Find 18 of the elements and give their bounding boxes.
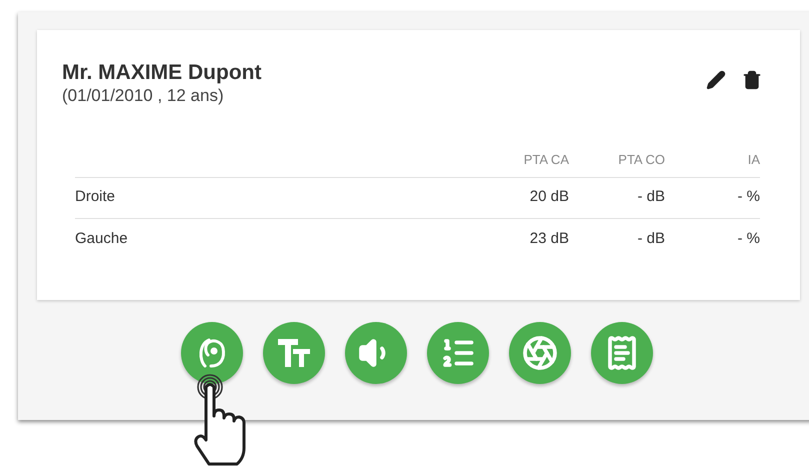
table-cell: 20 dB bbox=[530, 188, 569, 206]
table-cell: - dB bbox=[637, 188, 665, 206]
action-button[interactable] bbox=[181, 322, 243, 384]
table-cell: Droite bbox=[75, 188, 116, 206]
text-size-icon bbox=[277, 337, 311, 369]
delete-button[interactable] bbox=[742, 70, 762, 90]
table-cell: - % bbox=[738, 188, 760, 206]
table-cell: - dB bbox=[637, 230, 665, 246]
aperture-icon bbox=[522, 335, 558, 371]
patient-details: (01/01/2010 , 12 ans) bbox=[62, 86, 225, 106]
patient-name: Mr. MAXIME Dupont bbox=[62, 60, 262, 86]
table-cell: Gauche bbox=[75, 230, 128, 246]
column-header: PTA CO bbox=[618, 152, 665, 167]
table-cell: - % bbox=[738, 230, 760, 246]
column-header: IA bbox=[748, 152, 760, 167]
column-header: PTA CA bbox=[524, 152, 569, 167]
table-cell: 23 dB bbox=[530, 230, 569, 246]
edit-button[interactable] bbox=[706, 70, 726, 90]
